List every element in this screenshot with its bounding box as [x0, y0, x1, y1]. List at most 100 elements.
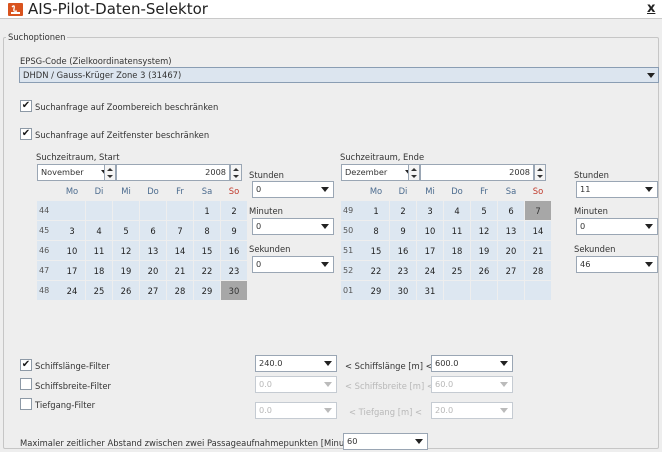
- calendar-day[interactable]: 17: [59, 261, 85, 280]
- calendar-day[interactable]: 6: [140, 221, 166, 240]
- width-min-select[interactable]: 0.0: [255, 376, 337, 393]
- start-month-select[interactable]: November: [37, 164, 114, 181]
- calendar-day[interactable]: 26: [113, 281, 139, 300]
- calendar-day[interactable]: 3: [59, 221, 85, 240]
- calendar-day[interactable]: 30: [221, 281, 247, 300]
- calendar-day[interactable]: 8: [194, 221, 220, 240]
- chevron-down-icon: [640, 219, 657, 234]
- end-year-field[interactable]: 2008: [420, 164, 534, 181]
- calendar-day[interactable]: 19: [113, 261, 139, 280]
- calendar-day[interactable]: 11: [444, 221, 470, 240]
- calendar-day[interactable]: 9: [221, 221, 247, 240]
- max-gap-select[interactable]: 60: [343, 433, 428, 450]
- calendar-day[interactable]: 6: [498, 201, 524, 220]
- calendar-day[interactable]: 22: [363, 261, 389, 280]
- weekday-header: Sa: [201, 185, 213, 196]
- calendar-day[interactable]: 28: [167, 281, 193, 300]
- calendar-day[interactable]: 19: [471, 241, 497, 260]
- calendar-day[interactable]: 21: [525, 241, 551, 260]
- calendar-day[interactable]: 31: [417, 281, 443, 300]
- width-filter-checkbox[interactable]: [20, 378, 32, 390]
- calendar-day[interactable]: 8: [363, 221, 389, 240]
- calendar-day[interactable]: 13: [498, 221, 524, 240]
- draft-max-select[interactable]: 20.0: [431, 402, 513, 419]
- width-relation-label: < Schiffsbreite [m] <: [345, 381, 434, 391]
- calendar-day[interactable]: 5: [471, 201, 497, 220]
- calendar-day[interactable]: 24: [59, 281, 85, 300]
- length-min-select[interactable]: 240.0: [255, 355, 337, 372]
- epsg-select[interactable]: DHDN / Gauss-Krüger Zone 3 (31467): [19, 67, 659, 83]
- zoom-filter-label: Suchanfrage auf Zoombereich beschränken: [35, 102, 219, 112]
- calendar-day[interactable]: 7: [525, 201, 551, 220]
- calendar-day[interactable]: 20: [498, 241, 524, 260]
- zoom-filter-checkbox[interactable]: ✔: [20, 100, 32, 112]
- time-filter-checkbox[interactable]: ✔: [20, 128, 32, 140]
- calendar-empty-cell: [498, 281, 524, 300]
- calendar-day[interactable]: 10: [417, 221, 443, 240]
- width-max-select[interactable]: 60.0: [431, 376, 513, 393]
- close-button[interactable]: x: [647, 1, 655, 17]
- calendar-day[interactable]: 21: [167, 261, 193, 280]
- calendar-day[interactable]: 11: [86, 241, 112, 260]
- calendar-day[interactable]: 5: [113, 221, 139, 240]
- draft-filter-checkbox[interactable]: [20, 398, 32, 410]
- calendar-day[interactable]: 15: [363, 241, 389, 260]
- calendar-day[interactable]: 12: [471, 221, 497, 240]
- calendar-week-row: 46 10 11 12 13 14 15 16: [37, 241, 249, 261]
- length-filter-checkbox[interactable]: ✔: [20, 359, 32, 371]
- calendar-day[interactable]: 12: [113, 241, 139, 260]
- calendar-day[interactable]: 3: [417, 201, 443, 220]
- end-month-spinner[interactable]: [408, 164, 420, 181]
- calendar-day[interactable]: 25: [444, 261, 470, 280]
- calendar-day[interactable]: 20: [140, 261, 166, 280]
- start-minutes-select[interactable]: 0: [252, 218, 334, 235]
- calendar-day[interactable]: 14: [167, 241, 193, 260]
- start-hours-select[interactable]: 0: [252, 181, 334, 198]
- end-seconds-select[interactable]: 46: [576, 256, 658, 273]
- start-year-field[interactable]: 2008: [116, 164, 230, 181]
- calendar-day[interactable]: 27: [140, 281, 166, 300]
- end-minutes-select[interactable]: 0: [576, 218, 658, 235]
- end-hours-select[interactable]: 11: [576, 181, 658, 198]
- calendar-day[interactable]: 23: [221, 261, 247, 280]
- calendar-day[interactable]: 9: [390, 221, 416, 240]
- calendar-day[interactable]: 29: [363, 281, 389, 300]
- calendar-day[interactable]: 1: [363, 201, 389, 220]
- calendar-day[interactable]: 22: [194, 261, 220, 280]
- max-gap-value: 60: [347, 436, 358, 446]
- calendar-day[interactable]: 26: [471, 261, 497, 280]
- calendar-day[interactable]: 17: [417, 241, 443, 260]
- start-month-spinner[interactable]: [104, 164, 116, 181]
- calendar-day[interactable]: 29: [194, 281, 220, 300]
- calendar-empty-cell: [167, 201, 193, 220]
- calendar-day[interactable]: 13: [140, 241, 166, 260]
- calendar-day[interactable]: 15: [194, 241, 220, 260]
- start-seconds-select[interactable]: 0: [252, 256, 334, 273]
- calendar-day[interactable]: 30: [390, 281, 416, 300]
- calendar-day[interactable]: 2: [390, 201, 416, 220]
- calendar-day[interactable]: 24: [417, 261, 443, 280]
- calendar-day[interactable]: 25: [86, 281, 112, 300]
- calendar-day[interactable]: 1: [194, 201, 220, 220]
- length-max-select[interactable]: 600.0: [431, 355, 513, 372]
- calendar-day[interactable]: 4: [444, 201, 470, 220]
- draft-min-select[interactable]: 0.0: [255, 402, 337, 419]
- end-seconds-value: 46: [580, 259, 591, 269]
- end-month-value: Dezember: [345, 167, 388, 177]
- end-month-select[interactable]: Dezember: [341, 164, 418, 181]
- calendar-day[interactable]: 16: [221, 241, 247, 260]
- calendar-day[interactable]: 4: [86, 221, 112, 240]
- calendar-day[interactable]: 27: [498, 261, 524, 280]
- calendar-day[interactable]: 18: [444, 241, 470, 260]
- calendar-day[interactable]: 23: [390, 261, 416, 280]
- calendar-day[interactable]: 14: [525, 221, 551, 240]
- checkmark-icon: ✔: [21, 100, 31, 111]
- calendar-day[interactable]: 16: [390, 241, 416, 260]
- calendar-day[interactable]: 18: [86, 261, 112, 280]
- calendar-day[interactable]: 2: [221, 201, 247, 220]
- calendar-day[interactable]: 10: [59, 241, 85, 260]
- calendar-day[interactable]: 28: [525, 261, 551, 280]
- start-year-spinner[interactable]: [230, 164, 242, 181]
- calendar-day[interactable]: 7: [167, 221, 193, 240]
- end-year-spinner[interactable]: [534, 164, 546, 181]
